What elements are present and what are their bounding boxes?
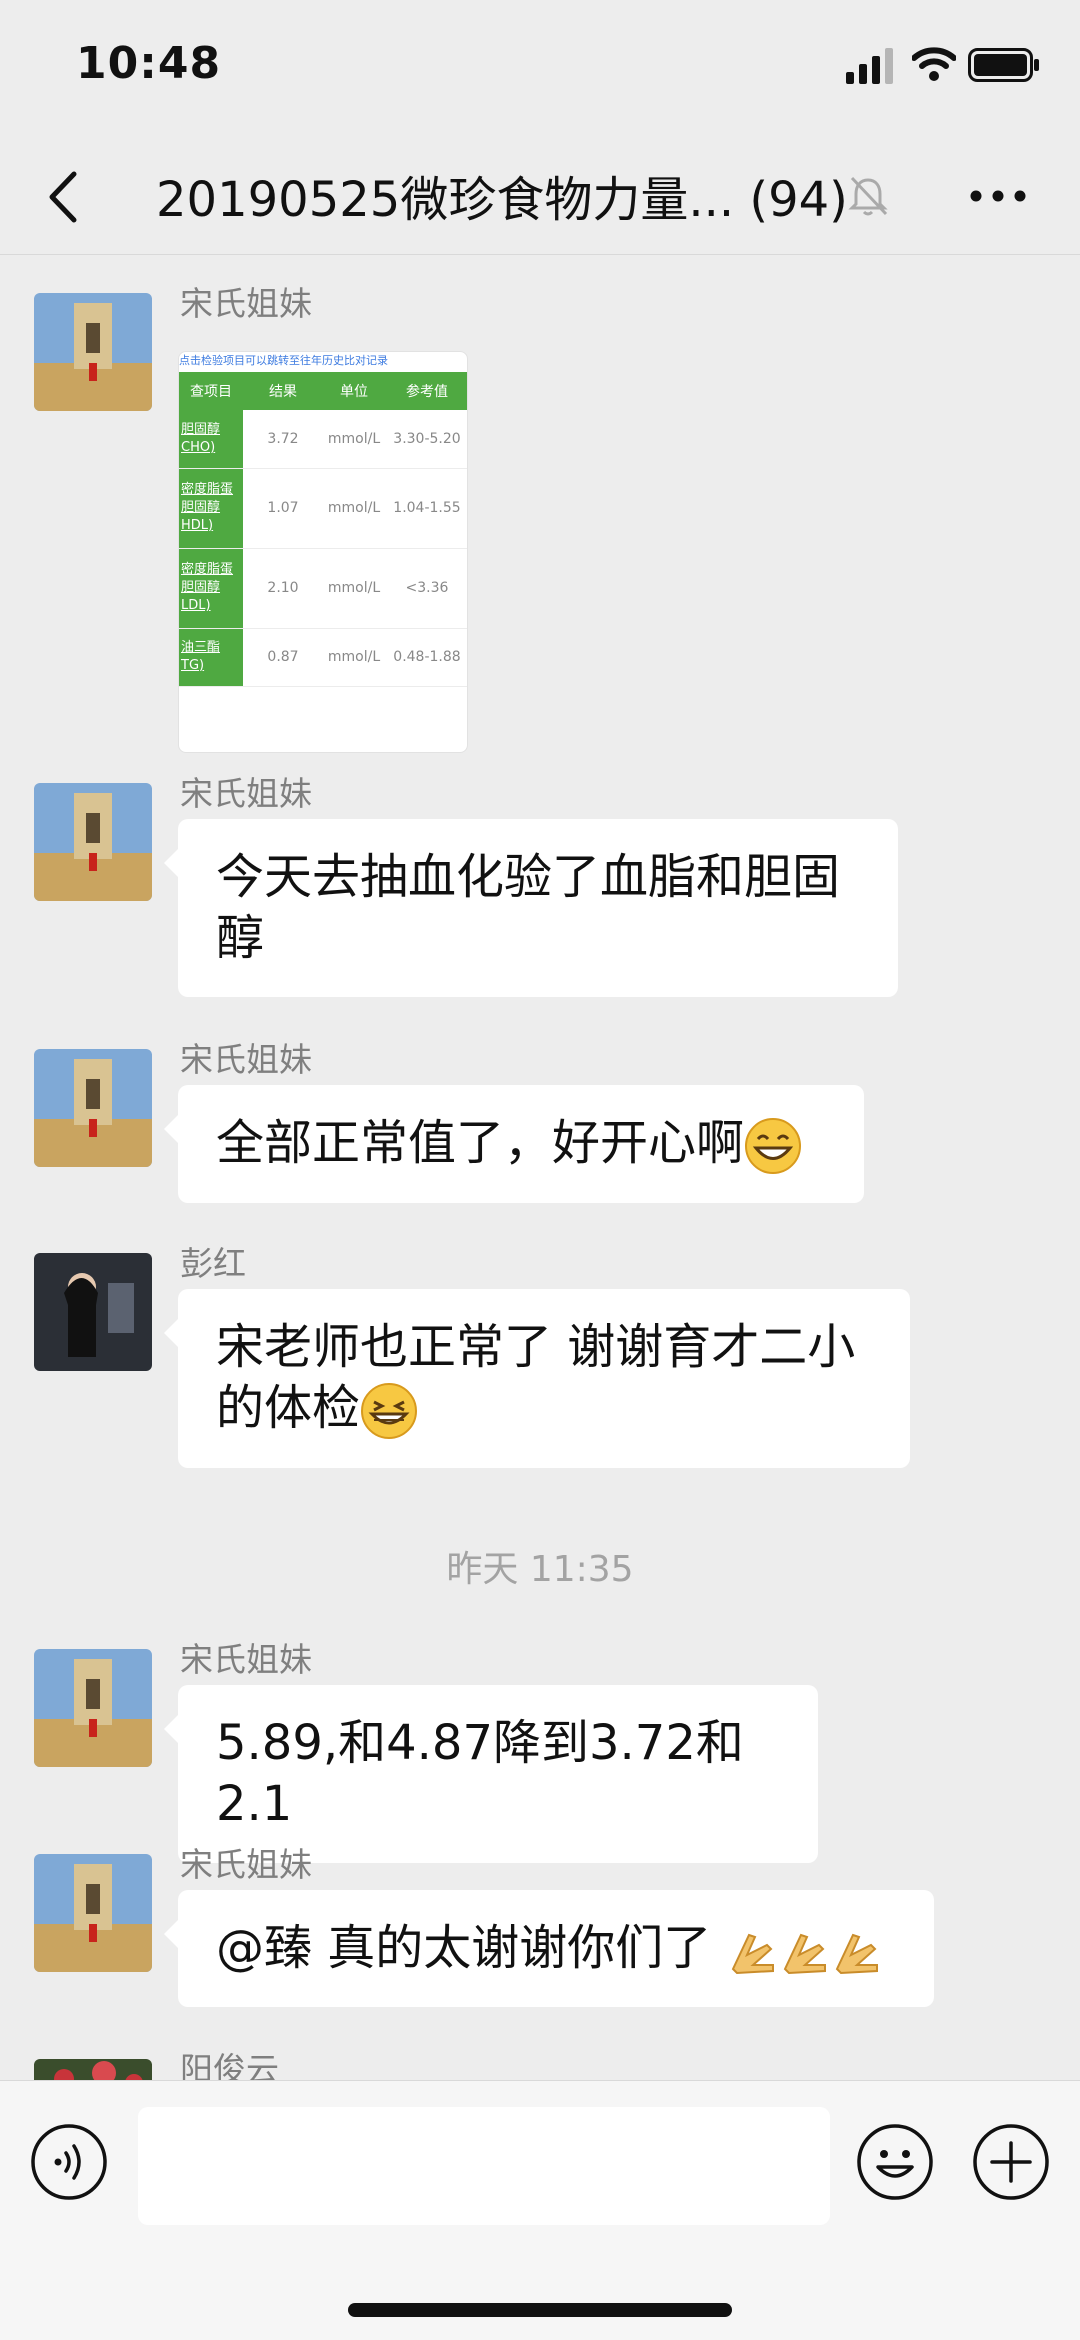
- avatar[interactable]: [34, 1253, 152, 1371]
- mute-bell-icon: [848, 176, 888, 216]
- message-bubble[interactable]: 今天去抽血化验了血脂和胆固 醇: [164, 819, 898, 997]
- message-list[interactable]: 宋氏姐妹 点击检验项目可以跳转至往年历史比对记录 查项目 结果 单位 参考值 胆…: [0, 255, 1080, 2080]
- sender-name: 彭红: [180, 1244, 246, 1283]
- back-icon[interactable]: [38, 162, 88, 232]
- lab-item: 密度脂蛋 胆固醇 LDL): [179, 548, 243, 629]
- avatar[interactable]: [34, 1049, 152, 1167]
- more-icon[interactable]: [968, 186, 1028, 206]
- lab-ref: 3.30-5.20: [385, 410, 467, 469]
- chat-header: 20190525微珍食物力量... (94): [0, 140, 1080, 255]
- avatar[interactable]: [34, 293, 152, 411]
- lab-ref: 0.48-1.88: [385, 628, 467, 687]
- message-text: @臻 真的太谢谢你们了: [216, 1920, 712, 1976]
- avatar[interactable]: [34, 783, 152, 901]
- time-divider: 昨天 11:35: [446, 1549, 634, 1590]
- emoji-icon[interactable]: [856, 2123, 934, 2201]
- message-bubble[interactable]: @臻 真的太谢谢你们了: [164, 1890, 934, 2007]
- input-bar: [0, 2080, 1080, 2340]
- lab-unit: mmol/L: [323, 548, 385, 629]
- status-bar: 10:48: [0, 0, 1080, 140]
- message-text-line: 今天去抽血化验了血脂和胆固: [216, 849, 841, 905]
- grinning-emoji-icon: [745, 1118, 802, 1174]
- lab-ref: <3.36: [385, 548, 467, 629]
- sender-name: 阳俊云: [180, 2050, 279, 2080]
- message-text: 5.89,和4.87降到3.72和2.1: [216, 1715, 744, 1832]
- voice-icon[interactable]: [30, 2123, 108, 2201]
- lab-table: 查项目 结果 单位 参考值 胆固醇 CHO) 3.72 mmol/L 3.30-…: [179, 372, 467, 687]
- chat-title[interactable]: 20190525微珍食物力量... (94): [156, 160, 848, 230]
- lab-ref: 1.04-1.55: [385, 468, 467, 549]
- sender-name: 宋氏姐妹: [180, 1845, 312, 1884]
- lab-report-image[interactable]: 点击检验项目可以跳转至往年历史比对记录 查项目 结果 单位 参考值 胆固醇 CH…: [178, 351, 468, 753]
- lab-result: 2.10: [243, 548, 323, 629]
- message-text-line: 醇: [216, 910, 265, 966]
- sender-name: 宋氏姐妹: [180, 1040, 312, 1079]
- message-text-line: 的体检: [216, 1378, 872, 1440]
- lab-result: 0.87: [243, 628, 323, 687]
- ok-hand-emoji-icon: [835, 1933, 878, 1975]
- wifi-icon: [912, 47, 956, 81]
- lab-header: 查项目: [179, 372, 243, 410]
- message-text: 的体检: [216, 1380, 361, 1436]
- cellular-signal-icon: [846, 48, 893, 84]
- message-text: 全部正常值了，好开心啊: [216, 1115, 745, 1171]
- message-bubble[interactable]: 全部正常值了，好开心啊: [164, 1085, 864, 1203]
- lab-item: 胆固醇 CHO): [179, 410, 243, 469]
- battery-icon: [968, 48, 1039, 82]
- sender-name: 宋氏姐妹: [180, 284, 312, 323]
- lab-unit: mmol/L: [323, 628, 385, 687]
- grinning-squint-emoji-icon: [361, 1383, 418, 1439]
- ok-hand-emoji-icon: [783, 1933, 826, 1975]
- lab-result: 3.72: [243, 410, 323, 469]
- avatar[interactable]: [34, 1649, 152, 1767]
- plus-icon[interactable]: [972, 2123, 1050, 2201]
- message-text-line: 宋老师也正常了 谢谢育才二小: [216, 1319, 856, 1375]
- message-bubble[interactable]: 5.89,和4.87降到3.72和2.1: [164, 1685, 818, 1863]
- lab-header: 单位: [323, 372, 385, 410]
- lab-item: 油三酯 TG): [179, 628, 243, 687]
- home-indicator[interactable]: [348, 2303, 732, 2317]
- lab-unit: mmol/L: [323, 468, 385, 549]
- message-bubble[interactable]: 宋老师也正常了 谢谢育才二小 的体检: [164, 1289, 910, 1468]
- ok-hand-emoji-icon: [731, 1933, 774, 1975]
- sender-name: 宋氏姐妹: [180, 774, 312, 813]
- message-input[interactable]: [138, 2107, 830, 2225]
- lab-caption: 点击检验项目可以跳转至往年历史比对记录: [179, 354, 388, 367]
- avatar[interactable]: [34, 2059, 152, 2080]
- lab-unit: mmol/L: [323, 410, 385, 469]
- lab-header: 结果: [243, 372, 323, 410]
- lab-result: 1.07: [243, 468, 323, 549]
- lab-header: 参考值: [385, 372, 467, 410]
- avatar[interactable]: [34, 1854, 152, 1972]
- status-time: 10:48: [76, 38, 222, 89]
- lab-item: 密度脂蛋 胆固醇 HDL): [179, 468, 243, 549]
- sender-name: 宋氏姐妹: [180, 1640, 312, 1679]
